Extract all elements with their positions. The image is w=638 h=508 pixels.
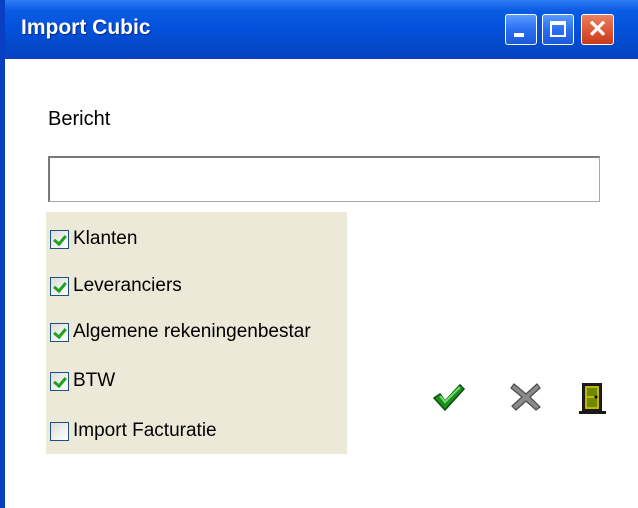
- ok-button[interactable]: [432, 382, 466, 417]
- checkbox-leveranciers-label[interactable]: Leveranciers: [73, 275, 182, 297]
- checkbox-btw-box[interactable]: [50, 371, 69, 391]
- checkbox-import-facturatie-box[interactable]: [50, 421, 69, 441]
- checkbox-klanten[interactable]: Klanten: [50, 228, 137, 250]
- bericht-label: Bericht: [48, 108, 111, 130]
- checkbox-algemene-rekeningen-label[interactable]: Algemene rekeningenbestar: [73, 321, 311, 343]
- maximize-icon: [550, 21, 566, 37]
- cancel-button[interactable]: [510, 382, 542, 417]
- checkbox-import-facturatie[interactable]: Import Facturatie: [50, 420, 217, 442]
- bericht-input[interactable]: [48, 156, 600, 202]
- checkbox-leveranciers[interactable]: Leveranciers: [50, 275, 182, 297]
- checkbox-import-facturatie-label[interactable]: Import Facturatie: [73, 420, 217, 442]
- exit-button[interactable]: [578, 380, 608, 421]
- gray-x-icon: [510, 383, 541, 411]
- minimize-button[interactable]: [505, 14, 537, 45]
- door-exit-icon: [579, 383, 606, 414]
- import-options-panel: Klanten Leveranciers Algemene rekeningen…: [46, 212, 347, 454]
- close-button[interactable]: ✕: [581, 14, 614, 45]
- checkbox-btw-label[interactable]: BTW: [73, 370, 115, 392]
- checkbox-klanten-label[interactable]: Klanten: [73, 228, 137, 250]
- minimize-icon: [514, 33, 524, 37]
- checkbox-algemene-rekeningen[interactable]: Algemene rekeningenbestar: [50, 321, 311, 343]
- green-checkmark-icon: [432, 383, 466, 412]
- checkbox-leveranciers-box[interactable]: [50, 276, 69, 296]
- window-title: Import Cubic: [21, 16, 151, 39]
- window-left-border: [0, 0, 5, 508]
- close-icon: ✕: [587, 16, 608, 43]
- checkbox-btw[interactable]: BTW: [50, 370, 115, 392]
- checkbox-klanten-box[interactable]: [50, 229, 69, 249]
- checkbox-algemene-rekeningen-box[interactable]: [50, 322, 69, 342]
- maximize-button[interactable]: [542, 14, 574, 45]
- title-bar[interactable]: Import Cubic ✕: [5, 0, 638, 59]
